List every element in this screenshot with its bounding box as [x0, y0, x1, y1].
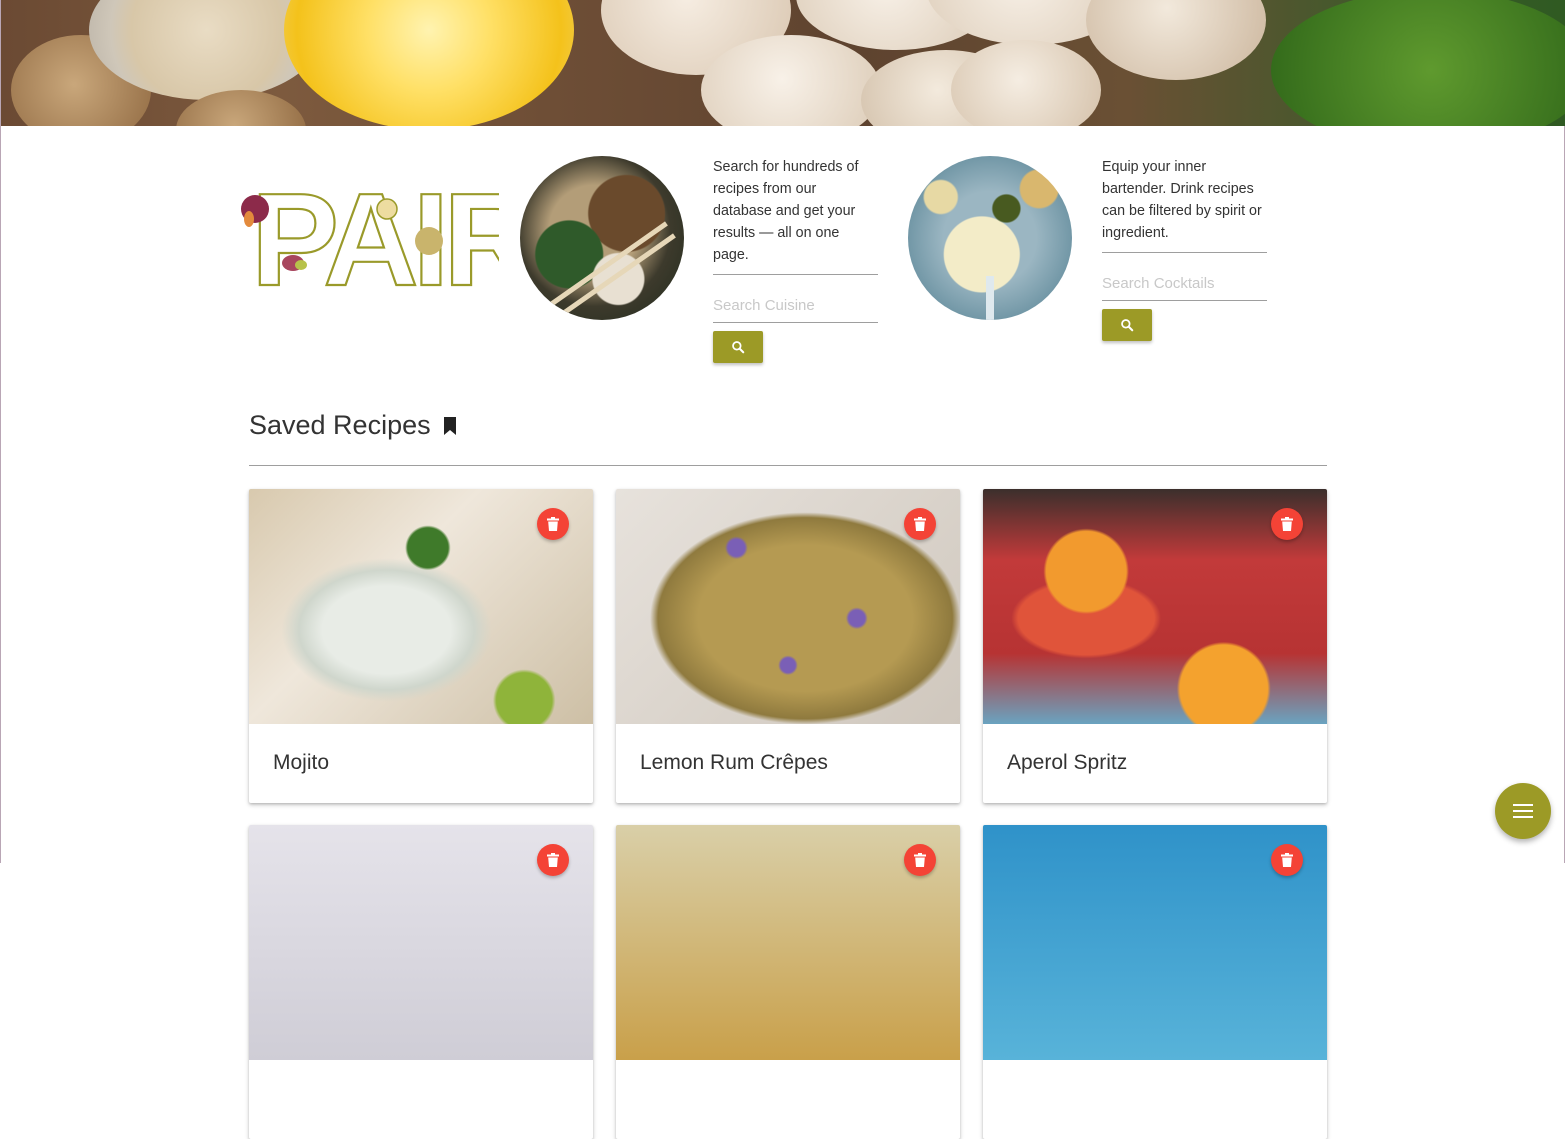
bookmark-icon — [443, 416, 456, 435]
recipe-card[interactable] — [249, 825, 593, 1139]
cocktail-divider — [1102, 252, 1267, 253]
trash-icon — [1281, 853, 1293, 867]
saved-recipes-heading: Saved Recipes — [249, 410, 457, 441]
cuisine-divider — [713, 274, 878, 275]
delete-recipe-button[interactable] — [1271, 508, 1303, 540]
trash-icon — [547, 517, 559, 531]
recipe-card-title: Mojito — [273, 751, 330, 774]
delete-recipe-button[interactable] — [1271, 844, 1303, 876]
cocktail-search-input[interactable] — [1102, 266, 1267, 301]
saved-recipes-title: Saved Recipes — [249, 410, 431, 440]
delete-recipe-button[interactable] — [537, 508, 569, 540]
menu-fab-button[interactable] — [1495, 783, 1551, 839]
trash-icon — [914, 517, 926, 531]
cuisine-search-block: Search for hundreds of recipes from our … — [713, 156, 878, 363]
cocktail-search-button[interactable] — [1102, 309, 1152, 341]
cuisine-description: Search for hundreds of recipes from our … — [713, 159, 859, 263]
cuisine-image — [520, 156, 684, 320]
svg-text:PAIR: PAIR — [251, 175, 499, 291]
delete-recipe-button[interactable] — [904, 508, 936, 540]
search-icon — [1121, 319, 1134, 332]
delete-recipe-button[interactable] — [537, 844, 569, 876]
cuisine-search-input[interactable] — [713, 288, 878, 323]
recipe-card[interactable]: Mojito — [249, 489, 593, 803]
recipe-card-title: Lemon Rum Crêpes — [640, 751, 828, 774]
trash-icon — [547, 853, 559, 867]
saved-recipes-divider — [249, 465, 1327, 466]
pair-logo: PAIR — [237, 165, 543, 314]
cocktail-description: Equip your inner bartender. Drink recipe… — [1102, 159, 1262, 241]
recipe-card[interactable]: Lemon Rum Crêpes — [616, 489, 960, 803]
recipe-card[interactable] — [983, 825, 1327, 1139]
trash-icon — [1281, 517, 1293, 531]
menu-icon — [1513, 804, 1533, 818]
cocktail-image — [908, 156, 1072, 320]
cocktail-search-block: Equip your inner bartender. Drink recipe… — [1102, 156, 1267, 341]
recipe-card-title: Aperol Spritz — [1007, 751, 1128, 774]
delete-recipe-button[interactable] — [904, 844, 936, 876]
recipe-card[interactable]: Aperol Spritz — [983, 489, 1327, 803]
trash-icon — [914, 853, 926, 867]
recipe-card[interactable] — [616, 825, 960, 1139]
cuisine-search-button[interactable] — [713, 331, 763, 363]
hero-banner-image — [1, 0, 1565, 126]
search-icon — [732, 341, 745, 354]
